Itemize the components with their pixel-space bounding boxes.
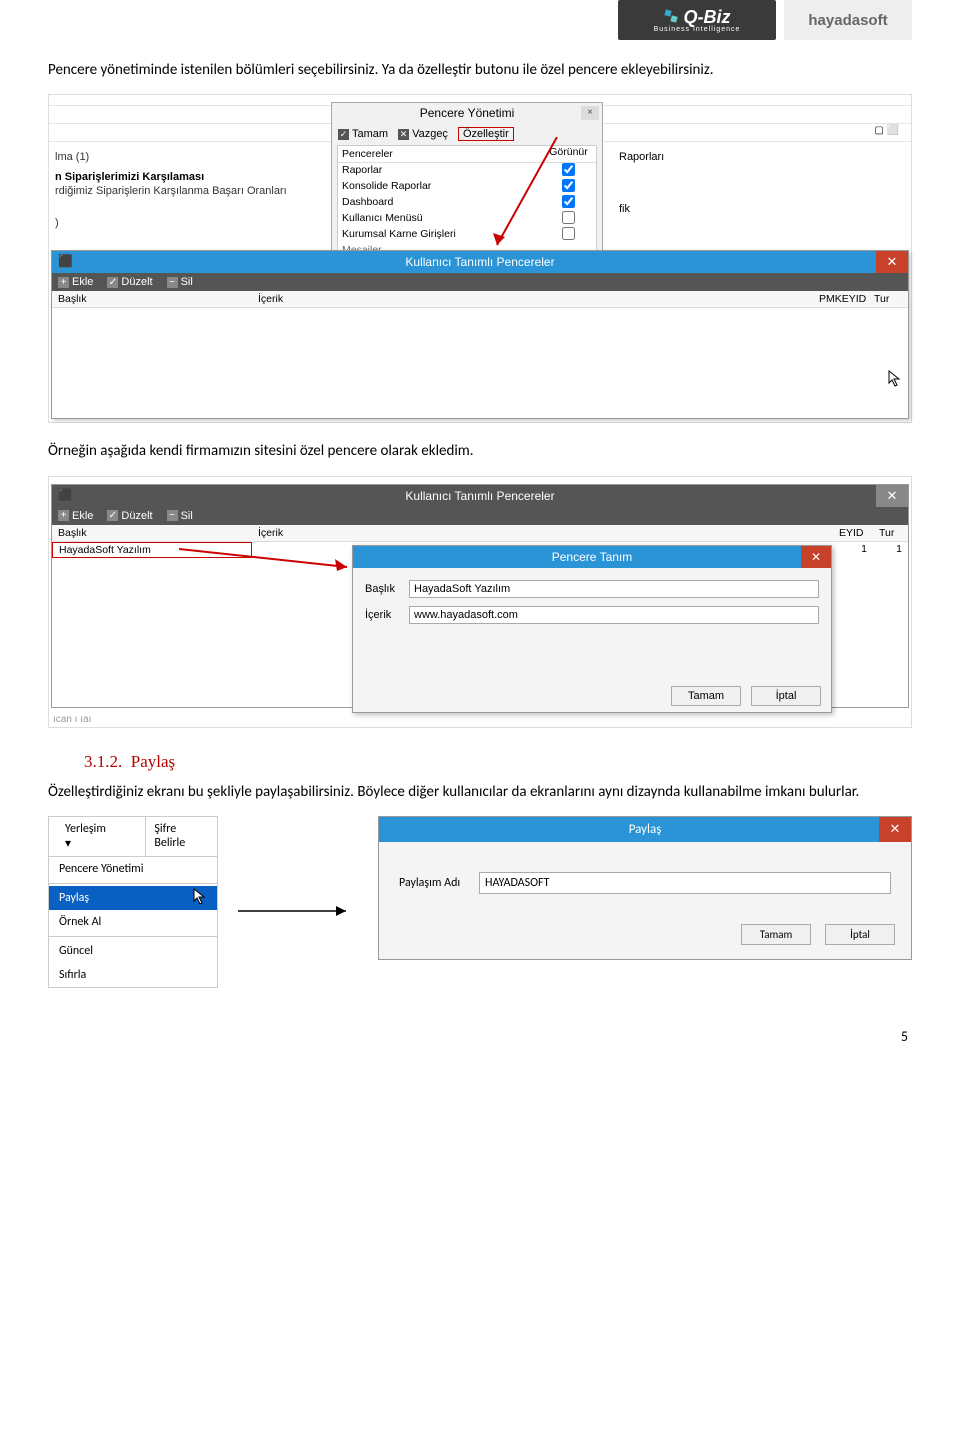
list-item[interactable]: Konsolide Raporlar	[338, 179, 541, 195]
col-icerik: İçerik	[252, 291, 813, 307]
window-icon: ⬛	[58, 488, 73, 502]
close-icon[interactable]: ✕	[876, 485, 908, 507]
vazgec-button[interactable]: ✕Vazgeç	[398, 128, 448, 140]
pencere-yonetimi-panel: Pencere Yönetimi × ✓Tamam ✕Vazgeç Özelle…	[331, 102, 603, 264]
toolbar: +Ekle ✓Düzelt −Sil	[52, 507, 908, 525]
list-item[interactable]: Kullanıcı Menüsü	[338, 211, 541, 227]
iptal-button[interactable]: İptal	[751, 686, 821, 706]
menu-yerlesim[interactable]: Yerleşim ▾	[49, 817, 145, 856]
logo-qbiz: Q-Biz Business Intelligence	[618, 0, 776, 40]
col-gorunur: Görünür	[541, 146, 596, 162]
gorunur-checkbox[interactable]	[562, 227, 575, 240]
logo-hayadasoft: hayadasoft	[784, 0, 912, 40]
window-title: ⬛ Kullanıcı Tanımlı Pencereler ✕	[52, 485, 908, 507]
fragment-text: rdiğimiz Siparişlerin Karşılanma Başarı …	[49, 184, 319, 198]
page-number: 5	[48, 1028, 912, 1045]
dialog-title: Paylaş ✕	[379, 817, 911, 842]
col-baslik: Başlık	[52, 291, 252, 307]
col-tur: Tur	[873, 525, 908, 541]
gorunur-checkbox[interactable]	[562, 163, 575, 176]
col-baslik: Başlık	[52, 525, 252, 541]
chevron-down-icon: ▾	[57, 832, 79, 856]
iptal-button[interactable]: İptal	[825, 924, 895, 945]
col-icerik: İçerik	[252, 525, 833, 541]
screenshot-3: Yerleşim ▾ Şifre Belirle Pencere Yönetim…	[48, 816, 912, 988]
fragment-text: lma (1)	[49, 150, 319, 164]
tamam-button[interactable]: Tamam	[671, 686, 741, 706]
menu-pencere-yonetimi[interactable]: Pencere Yönetimi	[49, 857, 217, 881]
annotation-arrow	[238, 901, 358, 921]
window-icon: ⬛	[58, 254, 73, 268]
fragment-text: fik	[619, 203, 630, 215]
close-icon[interactable]: ✕	[879, 817, 911, 842]
tamam-button[interactable]: ✓Tamam	[338, 128, 388, 140]
table-row-baslik[interactable]: HayadaSoft Yazılım	[52, 542, 252, 558]
table-row-tur: 1	[873, 542, 908, 558]
label-baslik: Başlık	[365, 583, 401, 595]
menu-ornek-al[interactable]: Örnek Al	[49, 910, 217, 934]
fragment-text: )	[49, 216, 319, 230]
dialog-title: Pencere Tanım ✕	[353, 546, 831, 568]
kullanici-tanimli-pencereler-window: ⬛ Kullanıcı Tanımlı Pencereler ✕ +Ekle ✓…	[51, 250, 909, 419]
window-title: ⬛ Kullanıcı Tanımlı Pencereler ✕	[52, 251, 908, 273]
col-pmkeyid: PMKEYID	[813, 291, 868, 307]
col-tur: Tur	[868, 291, 908, 307]
list-item[interactable]: Dashboard	[338, 195, 541, 211]
paylasim-adi-input[interactable]: HAYADASOFT	[479, 872, 891, 894]
paragraph-3: Özelleştirdiğiniz ekranı bu şekliyle pay…	[48, 782, 912, 802]
gorunur-checkbox[interactable]	[562, 195, 575, 208]
label-icerik: İçerik	[365, 609, 401, 621]
section-heading: 3.1.2. Paylaş	[84, 752, 912, 772]
kullanici-tanimli-pencereler-window: ⬛ Kullanıcı Tanımlı Pencereler ✕ +Ekle ✓…	[51, 484, 909, 708]
sil-button[interactable]: −Sil	[167, 276, 193, 288]
paylas-dialog: Paylaş ✕ Paylaşım Adı HAYADASOFT Tamam İ…	[378, 816, 912, 960]
label-paylasim-adi: Paylaşım Adı	[399, 876, 471, 890]
col-eyid: EYID	[833, 525, 873, 541]
close-icon[interactable]: ✕	[876, 251, 908, 273]
menu-sifirla[interactable]: Sıfırla	[49, 963, 217, 987]
gorunur-checkbox[interactable]	[562, 179, 575, 192]
list-item[interactable]: Kurumsal Karne Girişleri	[338, 227, 541, 243]
cursor-icon	[193, 888, 207, 906]
paragraph-2: Örneğin aşağıda kendi firmamızın sitesin…	[48, 441, 912, 461]
tamam-button[interactable]: Tamam	[741, 924, 811, 945]
screenshot-1: ▢ ⬜ lma (1) n Siparişlerimizi Karşılamas…	[48, 94, 912, 423]
menu-sifre-belirle[interactable]: Şifre Belirle	[145, 817, 217, 856]
toolbar: +Ekle ✓Düzelt −Sil	[52, 273, 908, 291]
pencere-tanim-dialog: Pencere Tanım ✕ Başlık HayadaSoft Yazılı…	[352, 545, 832, 713]
table-row-eyid: 1	[833, 542, 873, 558]
gorunur-checkbox[interactable]	[562, 211, 575, 224]
paragraph-1: Pencere yönetiminde istenilen bölümleri …	[48, 60, 912, 80]
screenshot-2: ⬛ Kullanıcı Tanımlı Pencereler ✕ +Ekle ✓…	[48, 476, 912, 728]
fragment-text: Raporları	[619, 151, 664, 163]
fragment-text: n Siparişlerimizi Karşılaması	[49, 170, 319, 184]
col-pencereler: Pencereler	[338, 146, 541, 162]
icerik-input[interactable]: www.hayadasoft.com	[409, 606, 819, 624]
ozellestir-button[interactable]: Özelleştir	[458, 127, 514, 141]
cursor-icon	[888, 370, 902, 388]
ekle-button[interactable]: +Ekle	[58, 276, 93, 288]
sil-button[interactable]: −Sil	[167, 510, 193, 522]
ekle-button[interactable]: +Ekle	[58, 510, 93, 522]
fragment-text: ıcan ı ıaı	[53, 714, 91, 725]
menu-guncel[interactable]: Güncel	[49, 939, 217, 963]
close-icon[interactable]: ×	[581, 106, 599, 120]
duzelt-button[interactable]: ✓Düzelt	[107, 276, 152, 288]
menu-paylas[interactable]: Paylaş	[49, 886, 217, 910]
duzelt-button[interactable]: ✓Düzelt	[107, 510, 152, 522]
panel-title: Pencere Yönetimi ×	[332, 103, 602, 123]
baslik-input[interactable]: HayadaSoft Yazılım	[409, 580, 819, 598]
context-menu: Yerleşim ▾ Şifre Belirle Pencere Yönetim…	[48, 816, 218, 988]
close-icon[interactable]: ✕	[801, 546, 831, 568]
list-item[interactable]: Raporlar	[338, 163, 541, 179]
header-logos: Q-Biz Business Intelligence hayadasoft	[48, 0, 912, 40]
